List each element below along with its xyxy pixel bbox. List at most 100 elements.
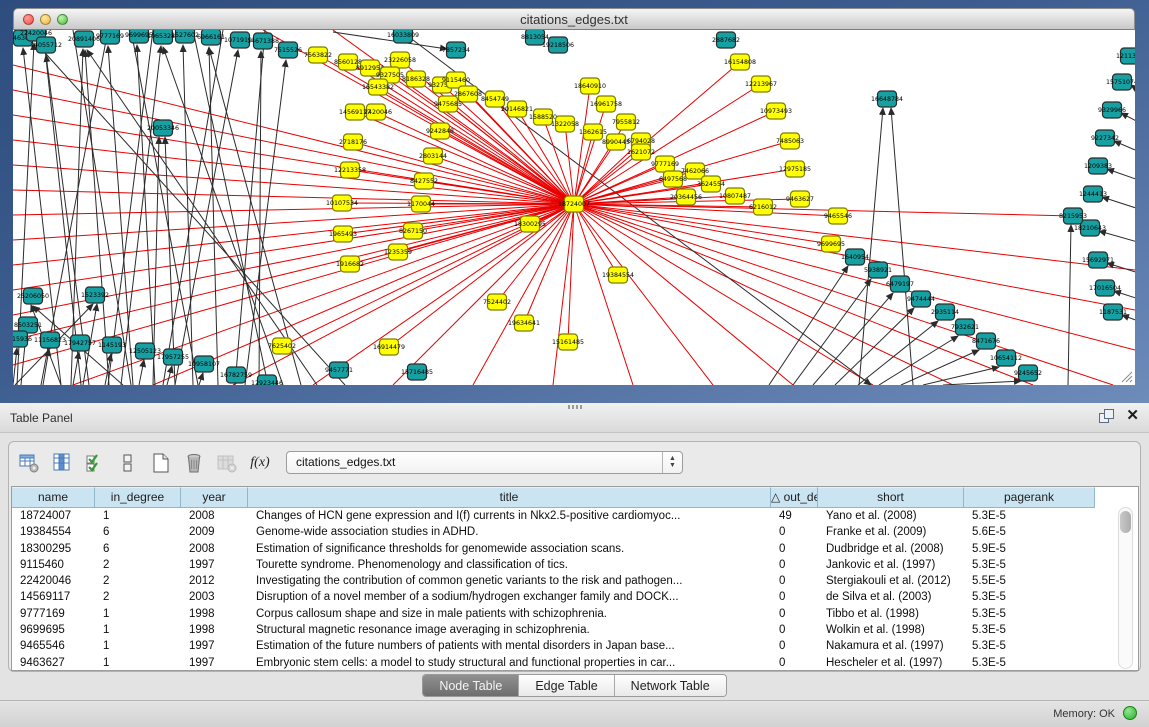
graph-node[interactable]: 1244413 — [1079, 186, 1107, 202]
table-cell[interactable]: 2008 — [181, 508, 248, 524]
graph-node[interactable]: 23226058 — [384, 52, 416, 68]
table-cell[interactable]: 49 — [771, 508, 818, 524]
table-cell[interactable]: Genome-wide association studies in ADHD. — [248, 524, 771, 540]
table-cell[interactable]: 2009 — [181, 524, 248, 540]
graph-node[interactable]: 8215953 — [1059, 208, 1087, 224]
table-cell[interactable]: Nakamura et al. (1997) — [818, 638, 964, 654]
table-cell[interactable]: 0 — [771, 638, 818, 654]
column-header-year[interactable]: year — [181, 487, 248, 508]
column-header-pagerank[interactable]: pagerank — [964, 487, 1095, 508]
graph-node[interactable]: 9777169 — [651, 156, 679, 172]
table-cell[interactable]: Disruption of a novel member of a sodium… — [248, 589, 771, 605]
table-cell[interactable]: 1 — [95, 655, 181, 671]
graph-node[interactable]: 7524402 — [483, 294, 511, 310]
graph-node[interactable]: 9227342 — [1091, 130, 1119, 146]
graph-node[interactable]: 19384554 — [602, 267, 634, 283]
table-cell[interactable]: 9465546 — [12, 638, 95, 654]
table-cell[interactable]: 18724007 — [12, 508, 95, 524]
graph-node[interactable]: 1235359 — [384, 244, 412, 260]
table-cell[interactable]: 5.3E-5 — [964, 655, 1095, 671]
tab-edge-table[interactable]: Edge Table — [519, 675, 614, 696]
table-row[interactable]: 1830029562008Estimation of significance … — [12, 541, 1138, 557]
table-cell[interactable]: 18300295 — [12, 541, 95, 557]
table-cell[interactable]: Franke et al. (2009) — [818, 524, 964, 540]
table-cell[interactable]: 9463627 — [12, 655, 95, 671]
table-cell[interactable]: 1997 — [181, 655, 248, 671]
float-panel-icon[interactable] — [1099, 409, 1114, 423]
column-header-in-degree[interactable]: in_degree — [95, 487, 181, 508]
graph-node[interactable]: 1187531 — [1099, 304, 1127, 320]
table-settings-icon[interactable] — [17, 451, 41, 475]
table-cell[interactable]: 9115460 — [12, 557, 95, 573]
table-cell[interactable]: 0 — [771, 655, 818, 671]
graph-node[interactable]: 1527602 — [171, 30, 199, 43]
table-cell[interactable]: 0 — [771, 524, 818, 540]
graph-node[interactable]: 9699695 — [817, 236, 845, 252]
graph-node[interactable]: 16961758 — [590, 96, 622, 112]
table-cell[interactable]: Corpus callosum shape and size in male p… — [248, 606, 771, 622]
table-cell[interactable]: 2 — [95, 573, 181, 589]
graph-node[interactable]: 15751074 — [1106, 74, 1135, 90]
graph-node[interactable]: 20364456 — [670, 189, 702, 205]
table-cell[interactable]: Estimation of the future numbers of pati… — [248, 638, 771, 654]
row-height-icon[interactable] — [116, 451, 140, 475]
table-cell[interactable]: 2 — [95, 557, 181, 573]
table-cell[interactable]: 0 — [771, 606, 818, 622]
graph-node[interactable]: 8267150 — [399, 223, 427, 239]
graph-node[interactable]: 2935114 — [931, 304, 959, 320]
table-cell[interactable]: 2012 — [181, 573, 248, 589]
table-scrollbar[interactable] — [1118, 507, 1133, 669]
table-cell[interactable]: 1 — [95, 508, 181, 524]
graph-node[interactable]: 2887682 — [712, 32, 740, 48]
graph-node[interactable]: 8471676 — [972, 333, 1000, 349]
table-cell[interactable]: Yano et al. (2008) — [818, 508, 964, 524]
graph-node[interactable]: 8186328 — [402, 71, 430, 87]
table-cell[interactable]: 5.3E-5 — [964, 622, 1095, 638]
splitter-handle[interactable] — [568, 405, 582, 409]
table-cell[interactable]: 1 — [95, 638, 181, 654]
table-cell[interactable]: 0 — [771, 541, 818, 557]
graph-node[interactable]: 19634641 — [508, 315, 540, 331]
table-cell[interactable]: 2 — [95, 589, 181, 605]
graph-node[interactable]: 10807487 — [719, 188, 751, 204]
table-cell[interactable]: Jankovic et al. (1997) — [818, 557, 964, 573]
graph-node[interactable]: 9465546 — [824, 208, 852, 224]
graph-node[interactable]: 15692971 — [1082, 252, 1114, 268]
delete-column-icon[interactable] — [182, 451, 206, 475]
table-row[interactable]: 969969511998Structural magnetic resonanc… — [12, 622, 1138, 638]
graph-node[interactable]: 1523392 — [81, 287, 109, 303]
graph-node[interactable]: 2803144 — [419, 148, 447, 164]
graph-node[interactable]: 7563822 — [304, 47, 332, 63]
table-cell[interactable]: Wolkin et al. (1998) — [818, 622, 964, 638]
table-cell[interactable]: Tibbo et al. (1998) — [818, 606, 964, 622]
table-cell[interactable]: 5.3E-5 — [964, 508, 1095, 524]
graph-node[interactable]: 7515526 — [274, 42, 302, 58]
table-cell[interactable]: 6 — [95, 524, 181, 540]
graph-node[interactable]: 1965493 — [329, 226, 357, 242]
graph-node[interactable]: 8454749 — [481, 91, 509, 107]
table-cell[interactable]: 0 — [771, 589, 818, 605]
table-row[interactable]: 1872400712008Changes of HCN gene express… — [12, 508, 1138, 524]
graph-node[interactable]: 12213358 — [334, 162, 366, 178]
table-cell[interactable]: 5.3E-5 — [964, 589, 1095, 605]
graph-node[interactable]: 9242848 — [426, 123, 454, 139]
table-cell[interactable]: 1 — [95, 622, 181, 638]
column-header-out-de-[interactable]: △ out_de... — [771, 487, 818, 508]
table-cell[interactable]: 5.3E-5 — [964, 606, 1095, 622]
graph-node[interactable]: 9245652 — [1014, 365, 1042, 381]
table-cell[interactable]: 5.3E-5 — [964, 638, 1095, 654]
table-scrollbar-thumb[interactable] — [1120, 511, 1131, 533]
network-canvas[interactable]: 7563822856012889129542322605893275051654… — [13, 30, 1135, 385]
table-cell[interactable]: 2008 — [181, 541, 248, 557]
graph-node[interactable]: 9463627 — [786, 191, 814, 207]
table-cell[interactable]: 2003 — [181, 589, 248, 605]
table-cell[interactable]: 5.3E-5 — [964, 557, 1095, 573]
table-row[interactable]: 946362711997Embryonic stem cells: a mode… — [12, 655, 1138, 671]
graph-node[interactable]: 5938921 — [864, 262, 892, 278]
table-row[interactable]: 977716911998Corpus callosum shape and si… — [12, 606, 1138, 622]
graph-node[interactable]: 7955812 — [612, 114, 640, 130]
graph-node[interactable]: 12975185 — [779, 161, 811, 177]
table-cell[interactable]: 0 — [771, 573, 818, 589]
table-row[interactable]: 1456911722003Disruption of a novel membe… — [12, 589, 1138, 605]
graph-node[interactable]: 1170044 — [407, 196, 435, 212]
